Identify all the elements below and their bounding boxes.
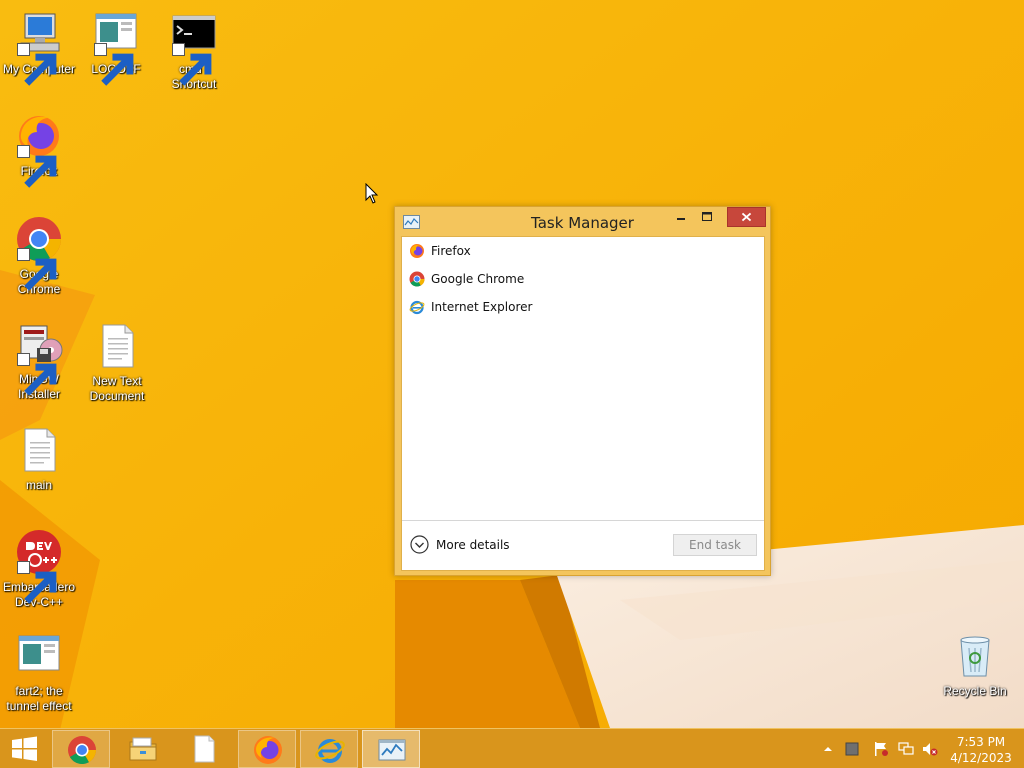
firefox-icon [254, 736, 282, 764]
taskbar-firefox-button[interactable] [238, 730, 296, 768]
action-center-button[interactable] [873, 741, 889, 757]
desktop-icon-main[interactable]: main [0, 426, 78, 493]
firefox-icon [410, 244, 424, 258]
shortcut-arrow-icon [17, 561, 57, 604]
desktop-icon-label: New Text Document [89, 374, 145, 403]
network-button[interactable] [898, 741, 914, 757]
taskbar-file-explorer-button[interactable] [114, 730, 172, 768]
more-details-label: More details [436, 537, 510, 552]
clock-date: 4/12/2023 [950, 751, 1012, 765]
desktop-icon-my-computer[interactable]: My Computer [0, 10, 78, 86]
more-details-button[interactable]: More details [410, 535, 510, 554]
chevron-down-icon [410, 535, 429, 554]
app-list: Firefox Google Chrome Internet Explorer [402, 237, 764, 521]
desktop-icon-mingw-installer[interactable]: MinGW Installer [0, 320, 78, 402]
minimize-button[interactable] [669, 207, 693, 227]
windows-logo-icon [12, 736, 37, 761]
desktop-icon-label: Recycle Bin [943, 684, 1007, 698]
list-item[interactable]: Internet Explorer [402, 293, 764, 321]
shortcut-arrow-icon [172, 43, 212, 86]
tray-app-icon [845, 742, 859, 756]
desktop-icon-label: fart2; the tunnel effect [6, 684, 72, 713]
title-bar[interactable]: Task Manager [395, 207, 770, 236]
desktop-icon-new-text-document[interactable]: New Text Document [78, 322, 156, 404]
taskbar-clock[interactable]: 7:53 PM 4/12/2023 [946, 734, 1016, 766]
chrome-icon [68, 736, 96, 764]
task-manager-window[interactable]: Task Manager Firefox Google Chrome Inter… [394, 206, 771, 576]
desktop-icon-recycle-bin[interactable]: Recycle Bin [936, 632, 1014, 699]
close-icon [741, 212, 752, 222]
desktop-icon-label: main [25, 478, 52, 492]
shortcut-arrow-icon [17, 43, 57, 86]
maximize-icon [702, 212, 712, 221]
tray-app-button[interactable] [844, 741, 860, 757]
taskbar: 7:53 PM 4/12/2023 [0, 728, 1024, 768]
desktop-icon-fart2-tunnel-effect[interactable]: fart2; the tunnel effect [0, 632, 78, 714]
shortcut-arrow-icon [17, 145, 57, 188]
window-app-icon [18, 635, 60, 671]
desktop-icon-google-chrome[interactable]: Google Chrome [0, 215, 78, 297]
close-button[interactable] [727, 207, 766, 227]
volume-muted-icon [923, 743, 938, 756]
shortcut-arrow-icon [17, 353, 57, 396]
app-name: Google Chrome [431, 272, 525, 286]
volume-button[interactable] [922, 741, 938, 757]
mouse-cursor-icon [365, 183, 379, 204]
start-button[interactable] [0, 729, 50, 768]
shortcut-arrow-icon [17, 248, 57, 291]
taskbar-ie-button[interactable] [300, 730, 358, 768]
app-name: Internet Explorer [431, 300, 533, 314]
desktop-icon-embarcadero-devcpp[interactable]: Embarcadero Dev-C++ [0, 528, 78, 610]
document-icon [194, 735, 215, 763]
recycle-bin-icon [960, 636, 990, 677]
task-manager-icon [378, 739, 406, 761]
minimize-icon [677, 218, 685, 220]
show-hidden-icons-button[interactable] [820, 741, 836, 757]
task-manager-footer: More details End task [402, 520, 764, 570]
taskbar-document-button[interactable] [175, 730, 233, 768]
shortcut-arrow-icon [94, 43, 134, 86]
desktop-icon-cmd-shortcut[interactable]: cmd - Shortcut [155, 10, 233, 92]
clock-time: 7:53 PM [956, 735, 1006, 749]
maximize-button[interactable] [695, 207, 719, 227]
list-item[interactable]: Google Chrome [402, 265, 764, 293]
task-manager-content: Firefox Google Chrome Internet Explorer … [401, 236, 765, 571]
network-icon [898, 742, 914, 755]
ie-icon [315, 739, 345, 763]
chrome-icon [409, 271, 425, 287]
ie-icon [409, 300, 425, 315]
chevron-up-icon [824, 747, 832, 751]
text-document-icon [24, 428, 56, 472]
text-document-icon [102, 324, 134, 368]
taskbar-chrome-button[interactable] [52, 730, 110, 768]
flag-icon [875, 742, 888, 756]
app-name: Firefox [431, 244, 471, 258]
desktop-icon-firefox[interactable]: Firefox [0, 112, 78, 188]
desktop-icon-logoff[interactable]: LOGOFF [77, 10, 155, 86]
end-task-button[interactable]: End task [673, 534, 757, 556]
list-item[interactable]: Firefox [402, 237, 764, 265]
taskbar-task-manager-button[interactable] [362, 730, 420, 768]
file-explorer-icon [129, 737, 157, 761]
